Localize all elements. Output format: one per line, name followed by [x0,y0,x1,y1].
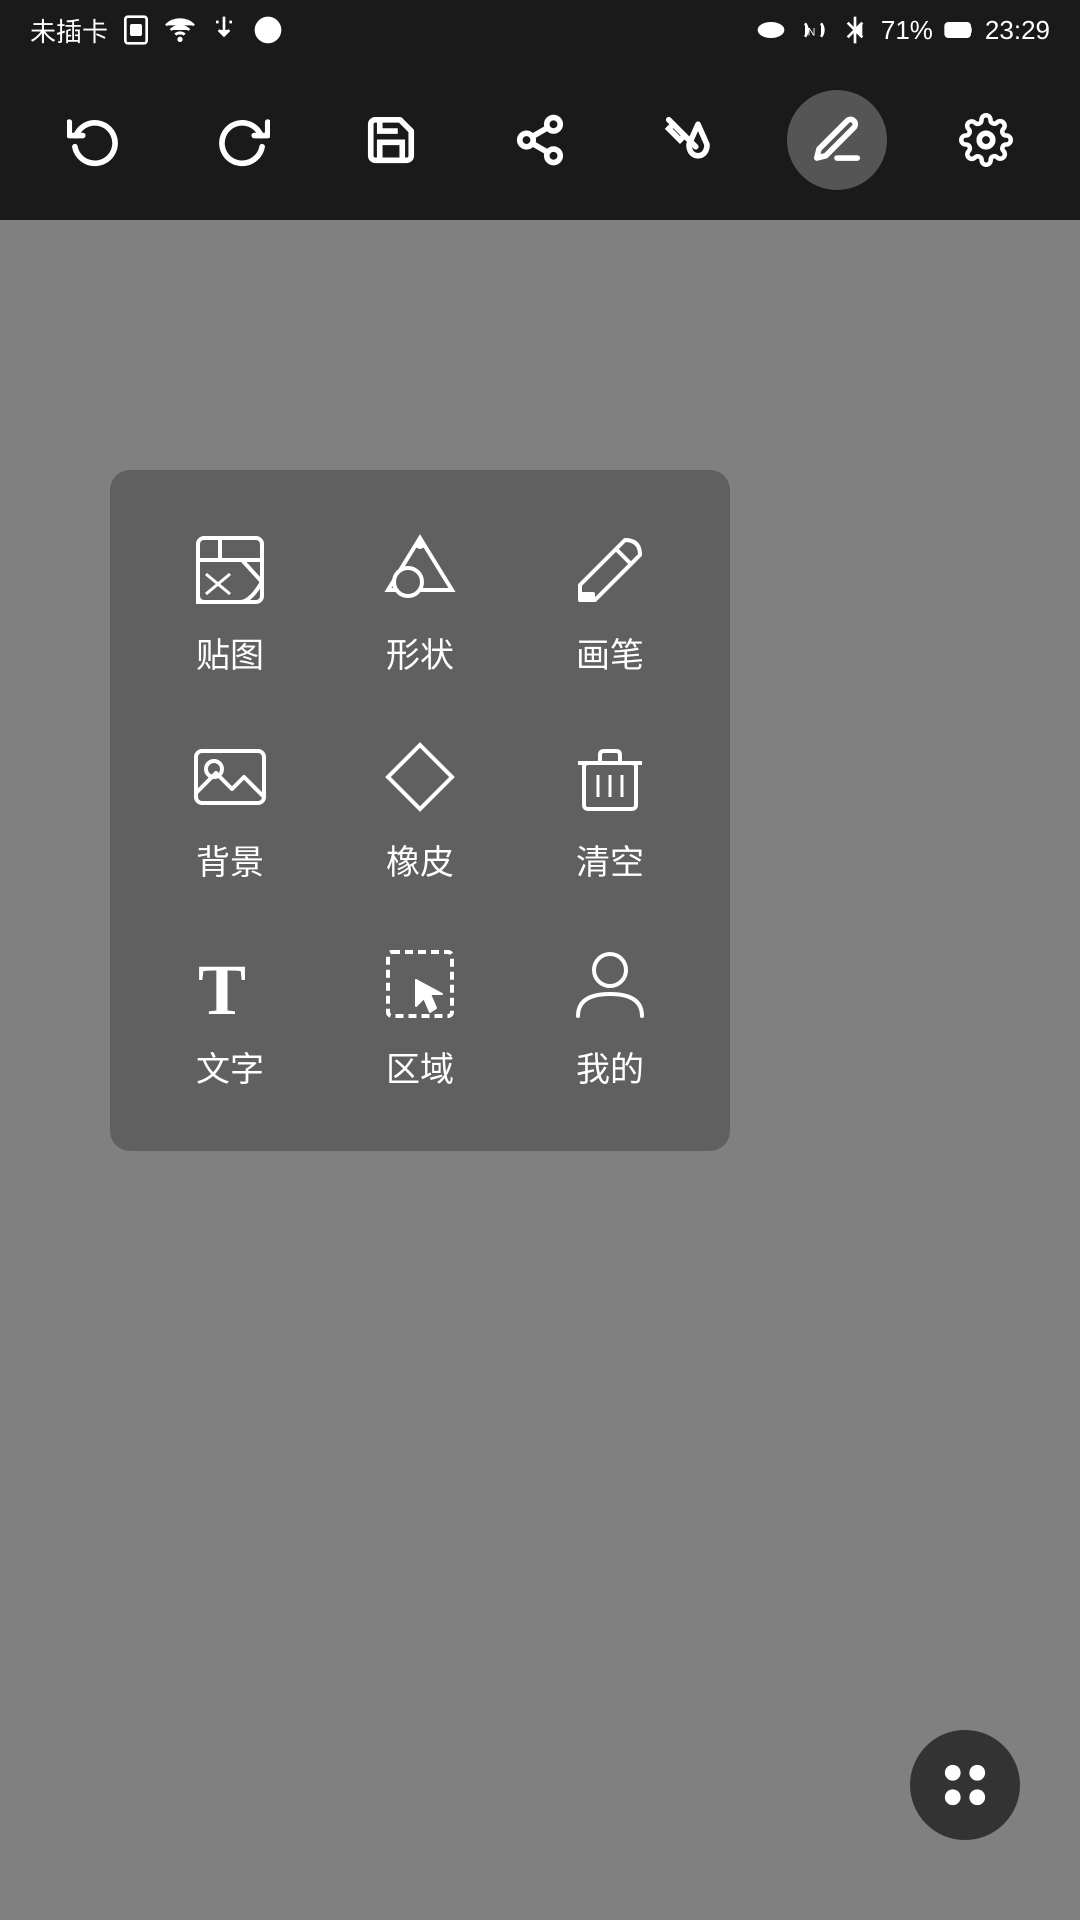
tool-pen[interactable]: 画笔 [520,510,700,697]
redo-button[interactable] [193,90,293,190]
shape-icon [380,530,460,610]
svg-text:T: T [198,950,246,1024]
mine-label: 我的 [576,1042,644,1091]
battery-label: 71% [881,15,933,46]
battery-icon [943,14,975,46]
tool-bg[interactable]: 背景 [140,717,320,904]
clear-label: 清空 [576,835,644,884]
tool-clear[interactable]: 清空 [520,717,700,904]
nfc-icon: N [797,14,829,46]
tool-sticker[interactable]: 贴图 [140,510,320,697]
status-left: 未插卡 [30,12,284,49]
bg-label: 背景 [196,835,264,884]
text-label: 文字 [196,1042,264,1091]
person-icon [570,944,650,1024]
eraser-icon [380,737,460,817]
region-label: 区域 [386,1042,454,1091]
eraser-label: 橡皮 [386,835,454,884]
text-icon: T [190,944,270,1024]
more-button[interactable] [910,1730,1020,1840]
status-right: N 71% 23:29 [755,14,1050,46]
region-icon [380,944,460,1024]
pen-label: 画笔 [576,628,644,677]
bluetooth-icon [839,14,871,46]
tool-grid: 贴图 形状 画笔 [110,470,730,1151]
time-label: 23:29 [985,15,1050,46]
trash-icon [570,737,650,817]
pen-icon [570,530,650,610]
settings-button[interactable] [936,90,1036,190]
status-bar: 未插卡 N 71% 2 [0,0,1080,60]
share-button[interactable] [490,90,590,190]
sticker-label: 贴图 [196,628,264,677]
eye-icon [755,14,787,46]
shape-label: 形状 [386,628,454,677]
toolbar [0,60,1080,220]
tool-text[interactable]: T 文字 [140,924,320,1111]
sim-icon [120,14,152,46]
save-button[interactable] [341,90,441,190]
pen-active-button[interactable] [787,90,887,190]
wifi-icon [164,14,196,46]
sync-icon [252,14,284,46]
image-icon [190,737,270,817]
sticker-icon [190,530,270,610]
carrier-label: 未插卡 [30,12,108,49]
svg-text:N: N [808,26,816,38]
tool-region[interactable]: 区域 [330,924,510,1111]
more-icon [930,1750,1000,1820]
usb-icon [208,14,240,46]
tool-eraser[interactable]: 橡皮 [330,717,510,904]
undo-button[interactable] [44,90,144,190]
tool-shape[interactable]: 形状 [330,510,510,697]
tool-mine[interactable]: 我的 [520,924,700,1111]
fill-button[interactable] [639,90,739,190]
canvas-area[interactable]: 贴图 形状 画笔 [0,220,1080,1920]
